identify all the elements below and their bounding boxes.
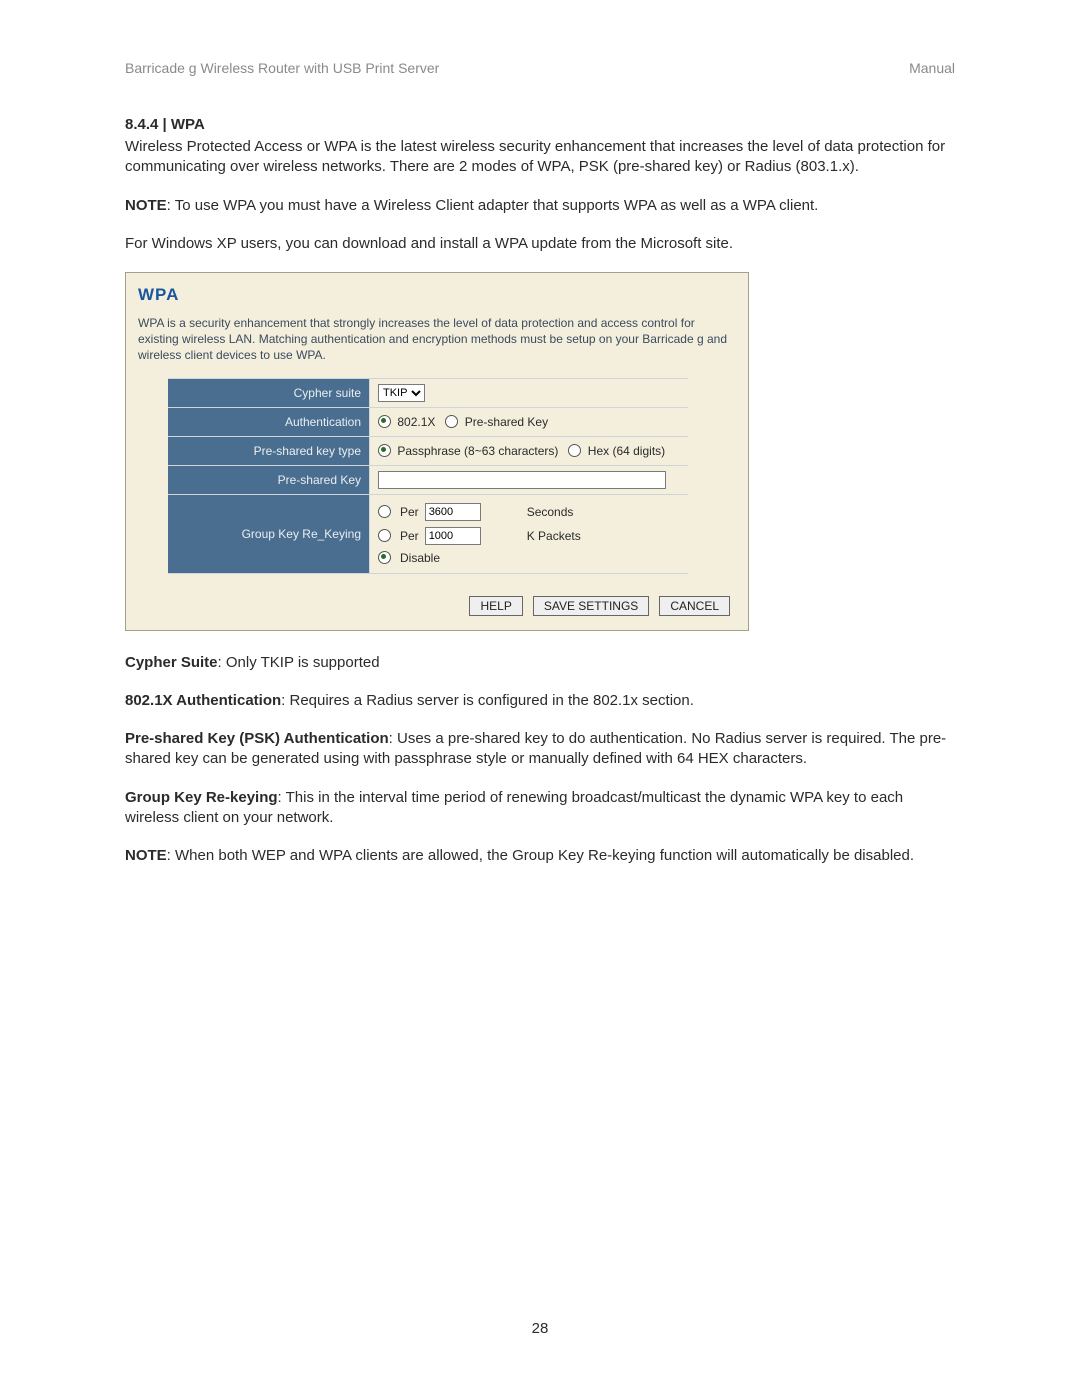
cancel-button[interactable]: CANCEL [659,596,730,616]
panel-button-row: HELP SAVE SETTINGS CANCEL [138,596,736,616]
row-cypher-suite: Cypher suite TKIP [168,378,688,407]
rekey-packets-input[interactable] [425,527,481,545]
note-1: NOTE: To use WPA you must have a Wireles… [125,196,955,216]
help-button[interactable]: HELP [469,596,522,616]
def-psk: Pre-shared Key (PSK) Authentication: Use… [125,729,955,770]
radio-label-hex: Hex (64 digits) [588,444,665,458]
def-auth: 802.1X Authentication: Requires a Radius… [125,691,955,711]
radio-psk-hex[interactable] [568,444,581,457]
def-psk-b: Pre-shared Key (PSK) Authentication [125,730,389,747]
doc-title: Barricade g Wireless Router with USB Pri… [125,60,439,76]
note2-b: NOTE [125,847,167,864]
rekey-per-1: Per [400,505,419,519]
label-psk-type: Pre-shared key type [168,437,370,465]
radio-rekey-seconds[interactable] [378,505,391,518]
wpa-config-panel: WPA WPA is a security enhancement that s… [125,272,749,631]
def-grp-b: Group Key Re-keying [125,789,278,806]
def-cypher-t: : Only TKIP is supported [218,654,380,671]
intro-paragraph: Wireless Protected Access or WPA is the … [125,137,955,178]
def-cypher: Cypher Suite: Only TKIP is supported [125,653,955,673]
label-auth: Authentication [168,408,370,436]
row-rekeying: Group Key Re_Keying Per Seconds Per K Pa… [168,494,688,574]
note-label: NOTE [125,197,167,214]
rekey-disable-label: Disable [400,551,440,565]
note2-t: : When both WEP and WPA clients are allo… [167,847,914,864]
save-settings-button[interactable]: SAVE SETTINGS [533,596,649,616]
panel-description: WPA is a security enhancement that stron… [138,315,736,364]
row-psk: Pre-shared Key [168,465,688,494]
def-auth-b: 802.1X Authentication [125,692,281,709]
radio-auth-8021x[interactable] [378,415,391,428]
rekey-per-2: Per [400,529,419,543]
radio-auth-psk[interactable] [445,415,458,428]
cypher-select[interactable]: TKIP [378,384,425,402]
page-number: 28 [0,1320,1080,1337]
row-authentication: Authentication 802.1X Pre-shared Key [168,407,688,436]
rekey-packets-unit: K Packets [527,529,581,543]
xp-paragraph: For Windows XP users, you can download a… [125,234,955,254]
label-cypher: Cypher suite [168,379,370,407]
row-psk-type: Pre-shared key type Passphrase (8~63 cha… [168,436,688,465]
def-auth-t: : Requires a Radius server is configured… [281,692,694,709]
note-text: : To use WPA you must have a Wireless Cl… [167,197,819,214]
section-heading: 8.4.4 | WPA [125,116,955,133]
radio-label-8021x: 802.1X [397,415,435,429]
note-2: NOTE: When both WEP and WPA clients are … [125,846,955,866]
psk-input[interactable] [378,471,666,489]
doc-type: Manual [909,60,955,76]
panel-title: WPA [138,285,736,305]
label-psk: Pre-shared Key [168,466,370,494]
def-cypher-b: Cypher Suite [125,654,218,671]
rekey-seconds-input[interactable] [425,503,481,521]
rekey-seconds-unit: Seconds [527,505,574,519]
def-group-rekey: Group Key Re-keying: This in the interva… [125,788,955,829]
label-rekeying: Group Key Re_Keying [168,495,370,573]
radio-label-psk: Pre-shared Key [465,415,548,429]
radio-rekey-packets[interactable] [378,529,391,542]
radio-rekey-disable[interactable] [378,551,391,564]
radio-label-passphrase: Passphrase (8~63 characters) [397,444,558,458]
radio-psk-passphrase[interactable] [378,444,391,457]
